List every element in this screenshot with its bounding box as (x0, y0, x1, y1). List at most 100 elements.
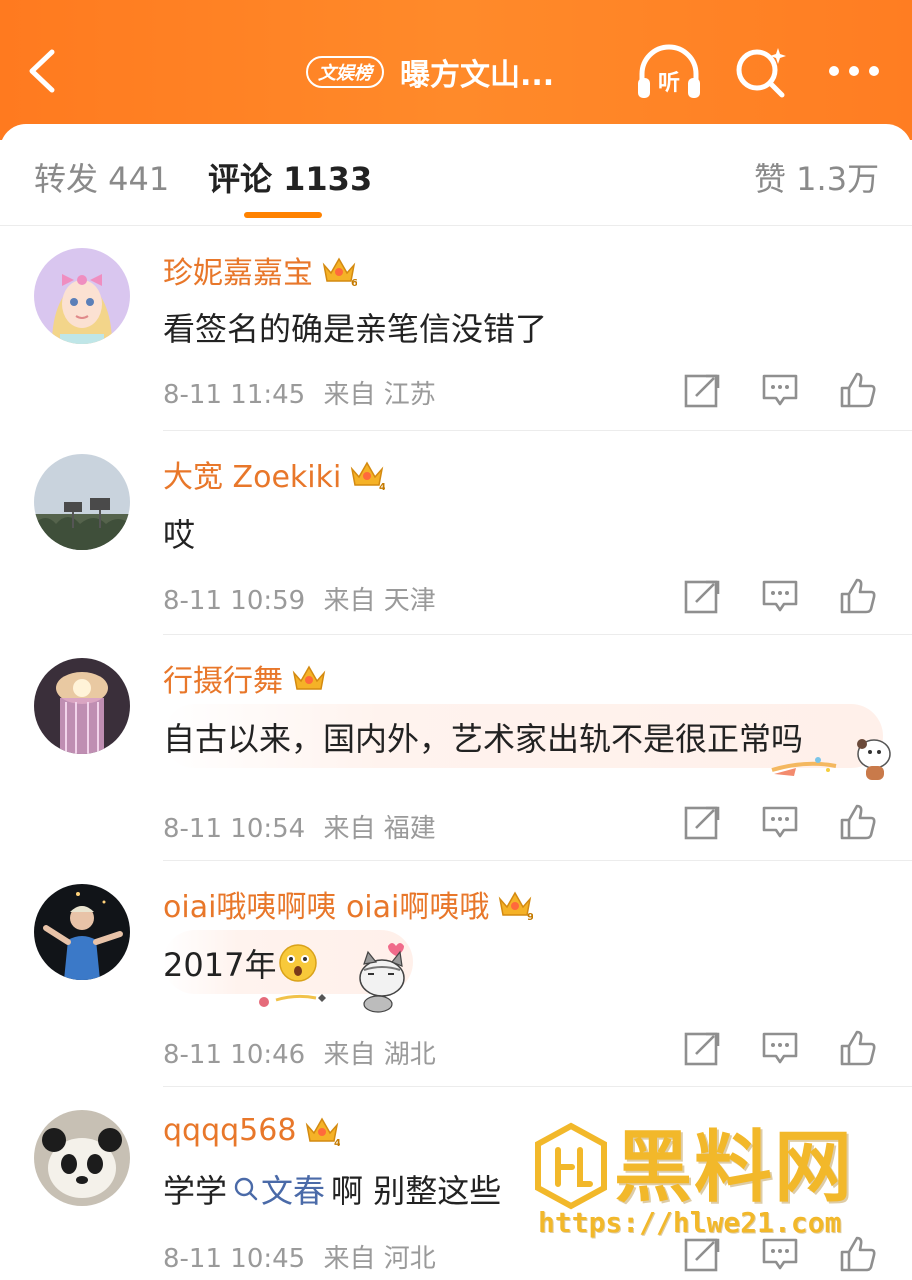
avatar[interactable] (34, 454, 130, 550)
thumbs-up-icon (840, 372, 876, 408)
avatar[interactable] (34, 1110, 130, 1206)
comment-text-before: 学学 (163, 1172, 228, 1210)
listen-button[interactable]: 听 (634, 44, 704, 102)
divider (163, 860, 912, 861)
avatar[interactable] (34, 658, 130, 754)
comment-time: 8-11 10:59 (163, 586, 306, 616)
reply-button[interactable] (760, 802, 800, 842)
comment-icon (762, 1032, 798, 1064)
avatar[interactable] (34, 884, 130, 980)
comment-time: 8-11 10:54 (163, 814, 306, 844)
like-button[interactable] (838, 370, 878, 410)
username-row: 行摄行舞 (163, 656, 327, 700)
tab-bar: 转发 441 评论 1133 赞 1.3万 (0, 124, 912, 226)
content-sheet: 转发 441 评论 1133 赞 1.3万 (0, 124, 912, 1280)
comment-icon (762, 806, 798, 838)
username-row: 珍妮嘉嘉宝 6 (163, 248, 357, 292)
share-edit-icon (684, 374, 720, 408)
active-tab-indicator (244, 212, 322, 218)
watermark-url: https://hlwe21.com (538, 1206, 842, 1239)
comment-location: 来自 湖北 (323, 1040, 436, 1070)
comment-text: 自古以来，国内外，艺术家出轨不是很正常吗 (163, 720, 804, 758)
username[interactable]: 大宽 Zoekiki (163, 452, 341, 496)
more-button[interactable] (826, 56, 882, 86)
thumbs-up-icon (840, 578, 876, 614)
avatar[interactable] (34, 248, 130, 344)
more-dots-icon (829, 66, 879, 76)
username-row: oiai哦咦啊咦 oiai啊咦哦 9 (163, 882, 533, 926)
chevron-left-icon (29, 49, 55, 93)
crown-badge-icon: 9 (499, 891, 533, 921)
page-title: 曝方文山... (400, 58, 555, 93)
crown-badge-icon: 6 (322, 257, 357, 287)
reply-button[interactable] (760, 576, 800, 616)
comment-icon (762, 580, 798, 612)
top-bar: 文娱榜 曝方文山... 听 (0, 0, 912, 140)
username[interactable]: 珍妮嘉嘉宝 (163, 248, 313, 292)
username[interactable]: qqqq568 (163, 1113, 296, 1148)
comment-location: 来自 江苏 (323, 380, 436, 410)
comment-text: 哎 (163, 516, 196, 554)
comment-meta: 8-11 10:54 来自 福建 (163, 808, 436, 845)
comment-icon (762, 374, 798, 406)
watermark-logo-icon (535, 1122, 607, 1210)
board-badge[interactable]: 文娱榜 (306, 56, 384, 88)
username[interactable]: oiai哦咦啊咦 oiai啊咦哦 (163, 882, 489, 926)
headphones-icon: 听 (638, 44, 700, 98)
comment-time: 8-11 11:45 (163, 380, 306, 410)
divider (163, 1086, 912, 1087)
like-button[interactable] (838, 802, 878, 842)
watermark-text: 黑料网 (614, 1123, 855, 1213)
bubble-decoration-icon (771, 739, 891, 780)
comment-text: 看签名的确是亲笔信没错了 (163, 310, 548, 348)
username-row: 大宽 Zoekiki 4 (163, 452, 385, 496)
username-row: qqqq568 4 (163, 1110, 340, 1150)
sticker-cat-icon (259, 943, 405, 1013)
username[interactable]: 行摄行舞 (163, 656, 283, 700)
repost-button[interactable] (682, 576, 722, 616)
comment-time: 8-11 10:46 (163, 1040, 306, 1070)
comment-meta: 8-11 10:46 来自 湖北 (163, 1034, 436, 1071)
search-icon (234, 1177, 258, 1201)
watermark: 黑料网 https://hlwe21.com (532, 1122, 892, 1252)
crown-level: 4 (379, 482, 385, 491)
search-button[interactable] (732, 44, 790, 102)
like-button[interactable] (838, 1028, 878, 1068)
crown-badge-icon: 4 (351, 461, 385, 491)
comment-location: 来自 天津 (323, 586, 436, 616)
share-edit-icon (684, 1032, 720, 1066)
repost-button[interactable] (682, 802, 722, 842)
comment-text-row: 学学 文春 啊 别整这些 (163, 1166, 501, 1212)
divider (163, 634, 912, 635)
reply-button[interactable] (760, 1028, 800, 1068)
repost-button[interactable] (682, 370, 722, 410)
crown-level: 6 (351, 278, 357, 287)
header-center: 文娱榜 曝方文山... (306, 50, 554, 94)
search-icon (736, 48, 786, 98)
divider (163, 430, 912, 431)
comment-location: 来自 福建 (323, 814, 436, 844)
comment-meta: 8-11 10:45 来自 河北 (163, 1238, 436, 1275)
listen-label: 听 (658, 71, 680, 96)
crown-badge-icon: 4 (306, 1117, 340, 1147)
thumbs-up-icon (840, 804, 876, 840)
topic-link-label: 文春 (261, 1172, 326, 1210)
share-edit-icon (684, 580, 720, 614)
comment-time: 8-11 10:45 (163, 1244, 306, 1274)
topic-link[interactable]: 文春 (233, 1166, 325, 1212)
share-edit-icon (684, 806, 720, 840)
crown-badge-icon (292, 665, 326, 690)
tab-comments[interactable]: 评论 1133 (208, 154, 372, 200)
tab-likes[interactable]: 赞 1.3万 (754, 154, 879, 200)
like-button[interactable] (838, 576, 878, 616)
crown-level: 4 (334, 1138, 340, 1147)
comment-location: 来自 河北 (323, 1244, 436, 1274)
tab-reposts[interactable]: 转发 441 (34, 154, 169, 200)
repost-button[interactable] (682, 1028, 722, 1068)
crown-level: 9 (527, 912, 533, 921)
reply-button[interactable] (760, 370, 800, 410)
thumbs-up-icon (840, 1030, 876, 1066)
back-button[interactable] (22, 46, 66, 96)
comment-text-after: 啊 别整这些 (331, 1172, 502, 1210)
comment-meta: 8-11 10:59 来自 天津 (163, 580, 436, 617)
